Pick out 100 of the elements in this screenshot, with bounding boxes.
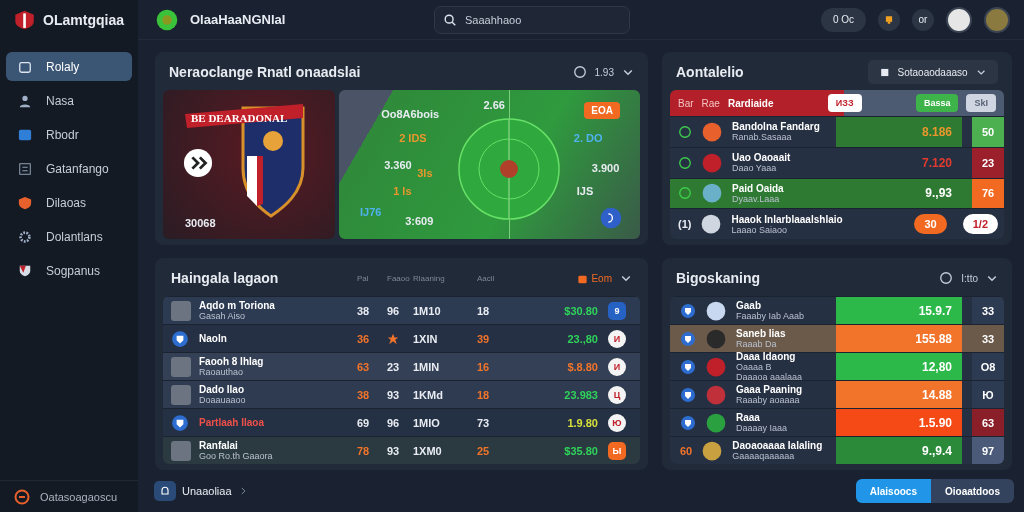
rank-number: 60 [680,444,693,457]
team-subtitle: Oaaaa B [736,362,773,372]
play-badge-icon [183,148,213,178]
sidebar-item[interactable]: Gatanfango [6,154,132,183]
ranking-value: 15.9.7 [918,303,952,318]
team-name: Bandolna Fandarg [732,121,821,133]
odds-row[interactable]: Paid Oaida Dyaav.Laaa 9.,93 76 [670,177,1004,209]
team-name: Paid Oaida [732,182,785,194]
pitch-label: 1 ls [393,185,412,198]
notifications-tab[interactable]: Unaaoliaa [154,481,248,501]
ranking-row[interactable]: Gaaa Paaning Raaaby aoaaaa 14.88 Ю [670,380,1004,408]
ranking-value: 14.88 [921,387,952,402]
column-header: Bar [678,97,694,109]
ranking-row[interactable]: Raaa Daaaay Iaaa 1.5.90 63 [670,408,1004,436]
player-subtitle: Goo Ro.th Gaaora [199,451,274,461]
shield-logo-icon [14,9,36,31]
odds-value: 7.120 [921,155,952,170]
table-cell-text: 38 [357,304,371,317]
ranking-row[interactable]: Daaa Idaong Oaaaa B Daaaoa aaalaaa 12,80 O8 [670,352,1004,380]
sidebar-item[interactable]: Dilaoas [6,188,132,217]
table-cell-text: 18 [477,388,491,401]
team-name: Gaab [736,300,762,311]
table-cell-text: 1M10 [413,304,442,317]
status-pill[interactable]: 0 Oc [820,7,866,32]
team-name: Daoaoaaaa Ialaling [732,440,824,451]
odds-badge: 50 [972,117,1004,147]
sidebar-item[interactable]: Nasa [6,86,132,115]
sidebar-item[interactable]: Sogpanus [6,256,132,285]
segment-button[interactable]: Oioaatdoos [931,479,1014,503]
league-row[interactable]: Naoln 36 1XIN 39 23.,80 И [163,324,640,352]
table-cell-text: 93 [387,388,401,401]
search-field[interactable]: Saaahhaoo [434,5,630,34]
bell-icon [159,485,171,497]
sidebar-item[interactable]: Rbodr [6,120,132,149]
row-marker: (1) [678,218,692,231]
league-row[interactable]: Ranfalai Goo Ro.th Gaaora 78 93 1XM0 25 $35.80 Ы [163,436,640,464]
match-score: 30068 [185,217,216,229]
sidebar-item[interactable]: Dolantlans [6,222,132,251]
star-icon [387,332,399,345]
card-title: Aontalelio [676,64,745,80]
filter-label[interactable]: Eom [591,272,612,284]
team-crest-icon [706,300,726,321]
player-name: Ranfalai [199,440,239,451]
team-badge: 9 [608,301,626,320]
amount: $30.80 [563,304,599,317]
ranking-row[interactable]: Saneb lias Raaab Da 155.88 33 [670,324,1004,352]
column-header: Aacil [477,273,496,283]
ranking-row[interactable]: Gaab Faaaby Iab Aaab 15.9.7 33 [670,296,1004,324]
table-cell-text: 38 [357,388,371,401]
odds-row[interactable]: Uao Oaoaait Daao Yaaa 7.120 23 [670,146,1004,178]
ranking-row[interactable]: 60 Daoaoaaaa Ialaling Gaaaaqaaaaaa 9.,9.4 97 [670,436,1004,464]
table-cell-text: 93 [387,444,401,457]
photo-placeholder [171,356,191,377]
grid-icon [18,161,32,176]
ranking-badge: 33 [972,297,1004,324]
pitch-label: IJS [576,185,594,198]
odds-row[interactable]: Bandolna Fandarg Ranab.Sasaaa 8.186 50 [670,116,1004,147]
team-name: Daaa Idaong [736,351,797,362]
odds-tag: ИЗЗ [827,94,862,112]
trophy-button[interactable] [878,8,900,31]
ranking-value: 12,80 [921,359,952,374]
odds-dropdown[interactable]: Sotaoaodaaaso [868,60,998,84]
odds-value: 1.93 [594,66,614,78]
amount: $.8.80 [566,360,599,373]
home-icon [18,59,32,74]
card-title: Bigoskaning [676,270,761,286]
menu-chip[interactable]: or [912,8,934,31]
odds-pill[interactable]: 1/2 [962,214,998,235]
league-row[interactable]: Dado Ilao Doaauaaoo 38 93 1KMd 18 23.983 Ц [163,380,640,408]
status-circle-icon [678,124,692,139]
shield-icon [18,195,32,210]
table-cell-text: 25 [477,444,491,457]
period-label[interactable]: I:tto [961,272,978,284]
league-row[interactable]: Faooh 8 Ihlag Raoauthao 63 23 1MIN 16 $.8.80 И [163,352,640,380]
table-cell-text: 1XM0 [413,444,443,457]
player-subtitle: Doaauaaoo [199,395,247,405]
status-circle-icon [678,155,692,170]
crest-icon [680,302,696,319]
avatar[interactable] [946,6,972,33]
team-name: Uao Oaoaait [732,152,792,164]
sidebar-item[interactable]: Rolaly [6,52,132,81]
league-row[interactable]: Aqdo m Toriona Gasah Aiso 38 96 1M10 18 $30.80 9 [163,296,640,324]
pitch-label: 2 IDS [399,131,427,144]
odds-badge: 76 [972,178,1004,209]
odds-badge: 23 [972,147,1004,178]
team-subtitle: Daao Yaaa [732,163,778,174]
pitch-label: 3.900 [591,161,620,174]
player-subtitle: Raoauthao [199,367,245,377]
odds-value: 9.,93 [925,186,952,201]
team-subtitle: Daaaoa aaalaaa [736,372,804,382]
pitch-label: 3.360 [384,158,412,171]
ball-icon [156,8,178,31]
pitch-label: 3:609 [405,215,434,228]
league-row[interactable]: Partlaah Ilaoa 69 96 1MIO 73 1.9.80 Ю [163,408,640,436]
column-header: Rae [701,97,720,109]
team-crest-icon [702,440,723,461]
odds-row[interactable]: (1) Haaok Inlarblaaalshlaio Laaao Saiaoo 30 1/2 [670,208,1004,239]
column-header: Rlaaning [413,273,446,283]
ranking-value: 1.5.90 [918,415,952,430]
table-cell-text: 36 [357,332,371,345]
